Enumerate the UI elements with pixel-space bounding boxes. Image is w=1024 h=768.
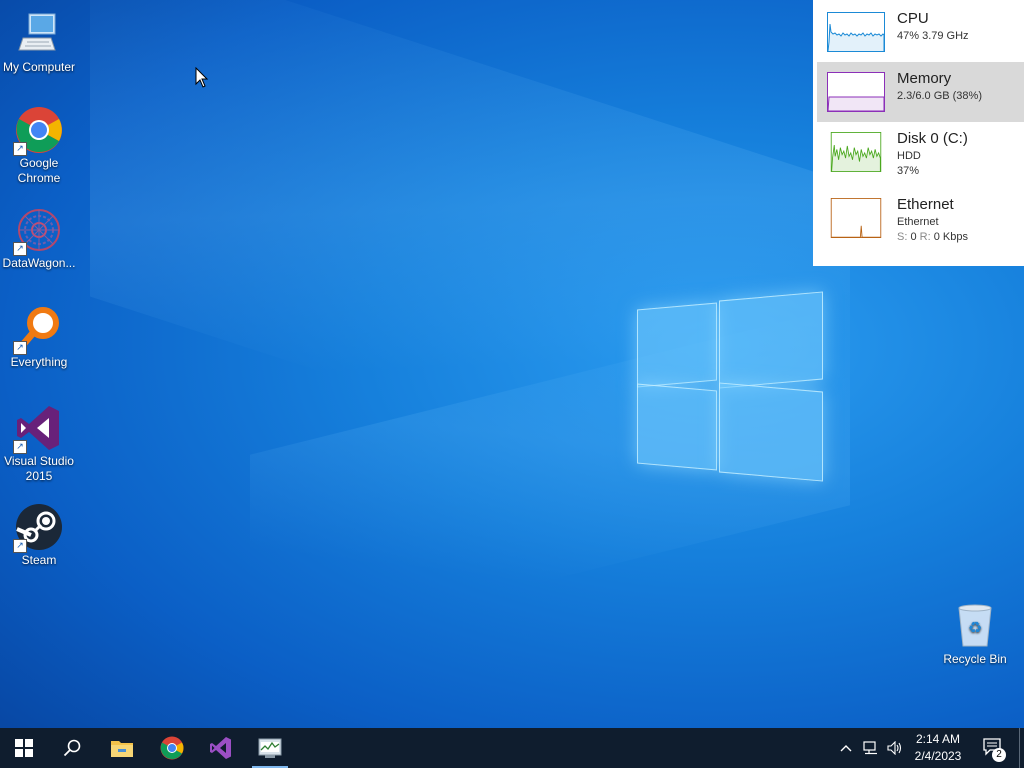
search-button[interactable] <box>48 728 96 768</box>
disk-title: Disk 0 (C:) <box>897 130 968 147</box>
desktop-icon-label: Everything <box>10 355 68 369</box>
action-center-button[interactable]: 2 <box>976 728 1012 768</box>
taskbar-visual-studio[interactable] <box>197 728 245 768</box>
ethernet-title: Ethernet <box>897 196 954 213</box>
perf-item-memory[interactable]: Memory 2.3/6.0 GB (38%) <box>817 62 1024 122</box>
desktop-icon-recycle-bin[interactable]: ♻ Recycle Bin <box>936 602 1014 667</box>
network-button[interactable] <box>860 728 882 768</box>
computer-icon <box>15 10 63 58</box>
shortcut-arrow-icon: ↗ <box>13 341 27 355</box>
recv-label: R: <box>919 231 931 243</box>
desktop-icon-label: DataWagon... <box>2 256 76 270</box>
desktop-icon-my-computer[interactable]: My Computer <box>0 10 78 75</box>
steam-icon: ↗ <box>13 503 63 553</box>
taskbar: 2:14 AM 2/4/2023 2 <box>0 728 1024 768</box>
task-manager-icon <box>258 738 282 758</box>
taskbar-file-explorer[interactable] <box>98 728 146 768</box>
file-explorer-icon <box>111 741 133 757</box>
memory-graph <box>827 72 885 112</box>
notification-count-badge: 2 <box>992 748 1006 762</box>
shortcut-arrow-icon: ↗ <box>13 242 27 256</box>
volume-button[interactable] <box>884 728 906 768</box>
send-label: S: <box>897 231 908 243</box>
desktop-icon-steam[interactable]: ↗ Steam <box>0 503 78 568</box>
desktop-icon-label: Google Chrome <box>17 156 61 185</box>
chrome-icon: ↗ <box>13 106 63 156</box>
desktop-icon-label: Visual Studio 2015 <box>4 454 74 483</box>
datawagon-icon: ↗ <box>13 206 63 256</box>
windows-logo-wallpaper <box>635 290 823 482</box>
svg-text:♻: ♻ <box>968 618 982 637</box>
perf-item-ethernet[interactable]: Ethernet Ethernet S: 0 R: 0 Kbps <box>817 188 1024 254</box>
shortcut-arrow-icon: ↗ <box>13 440 27 454</box>
desktop-icon-label: My Computer <box>2 60 76 74</box>
taskbar-task-manager[interactable] <box>246 728 294 768</box>
cpu-title: CPU <box>897 10 929 27</box>
disk-usage: 37% <box>897 165 920 177</box>
desktop-icon-label: Recycle Bin <box>943 652 1007 666</box>
shortcut-arrow-icon: ↗ <box>13 539 27 553</box>
shortcut-arrow-icon: ↗ <box>13 142 27 156</box>
search-icon <box>63 739 81 757</box>
perf-item-cpu[interactable]: CPU 47% 3.79 GHz <box>817 2 1024 62</box>
clock-date: 2/4/2023 <box>914 749 962 763</box>
ethernet-throughput: S: 0 R: 0 Kbps <box>897 231 968 243</box>
speaker-icon <box>887 741 902 755</box>
chevron-up-icon <box>840 745 852 752</box>
start-button[interactable] <box>0 728 48 768</box>
recycle-bin-icon: ♻ <box>951 602 999 650</box>
send-value: 0 <box>910 231 917 243</box>
perf-item-disk[interactable]: Disk 0 (C:) HDD 37% <box>817 122 1024 188</box>
disk-graph <box>827 132 885 172</box>
performance-panel: CPU 47% 3.79 GHz Memory 2.3/6.0 GB (38%)… <box>813 0 1024 266</box>
chrome-icon <box>160 736 184 760</box>
memory-title: Memory <box>897 70 952 87</box>
clock-time: 2:14 AM <box>915 732 961 746</box>
taskbar-chrome[interactable] <box>148 728 196 768</box>
mouse-cursor-icon <box>195 67 209 88</box>
windows-start-icon <box>15 739 33 757</box>
taskbar-clock[interactable]: 2:14 AM 2/4/2023 <box>905 731 971 765</box>
magnifier-icon: ↗ <box>13 305 63 355</box>
disk-type: HDD <box>897 150 921 162</box>
ethernet-adapter: Ethernet <box>897 216 939 228</box>
cpu-graph <box>827 12 885 52</box>
cpu-detail: 47% 3.79 GHz <box>897 30 969 42</box>
show-desktop-button[interactable] <box>1019 728 1020 768</box>
visual-studio-icon <box>210 737 231 759</box>
visual-studio-icon: ↗ <box>13 404 63 454</box>
desktop-icon-google-chrome[interactable]: ↗ Google Chrome <box>0 106 78 186</box>
recv-value: 0 Kbps <box>933 231 968 243</box>
memory-detail: 2.3/6.0 GB (38%) <box>897 90 982 102</box>
show-hidden-icons-button[interactable] <box>836 728 856 768</box>
network-icon <box>863 741 877 755</box>
desktop-icon-datawagon[interactable]: ↗ DataWagon... <box>0 206 78 271</box>
ethernet-graph <box>827 198 885 238</box>
desktop-icon-label: Steam <box>21 553 57 567</box>
desktop-icon-visual-studio-2015[interactable]: ↗ Visual Studio 2015 <box>0 404 78 484</box>
desktop-icon-everything[interactable]: ↗ Everything <box>0 305 78 370</box>
